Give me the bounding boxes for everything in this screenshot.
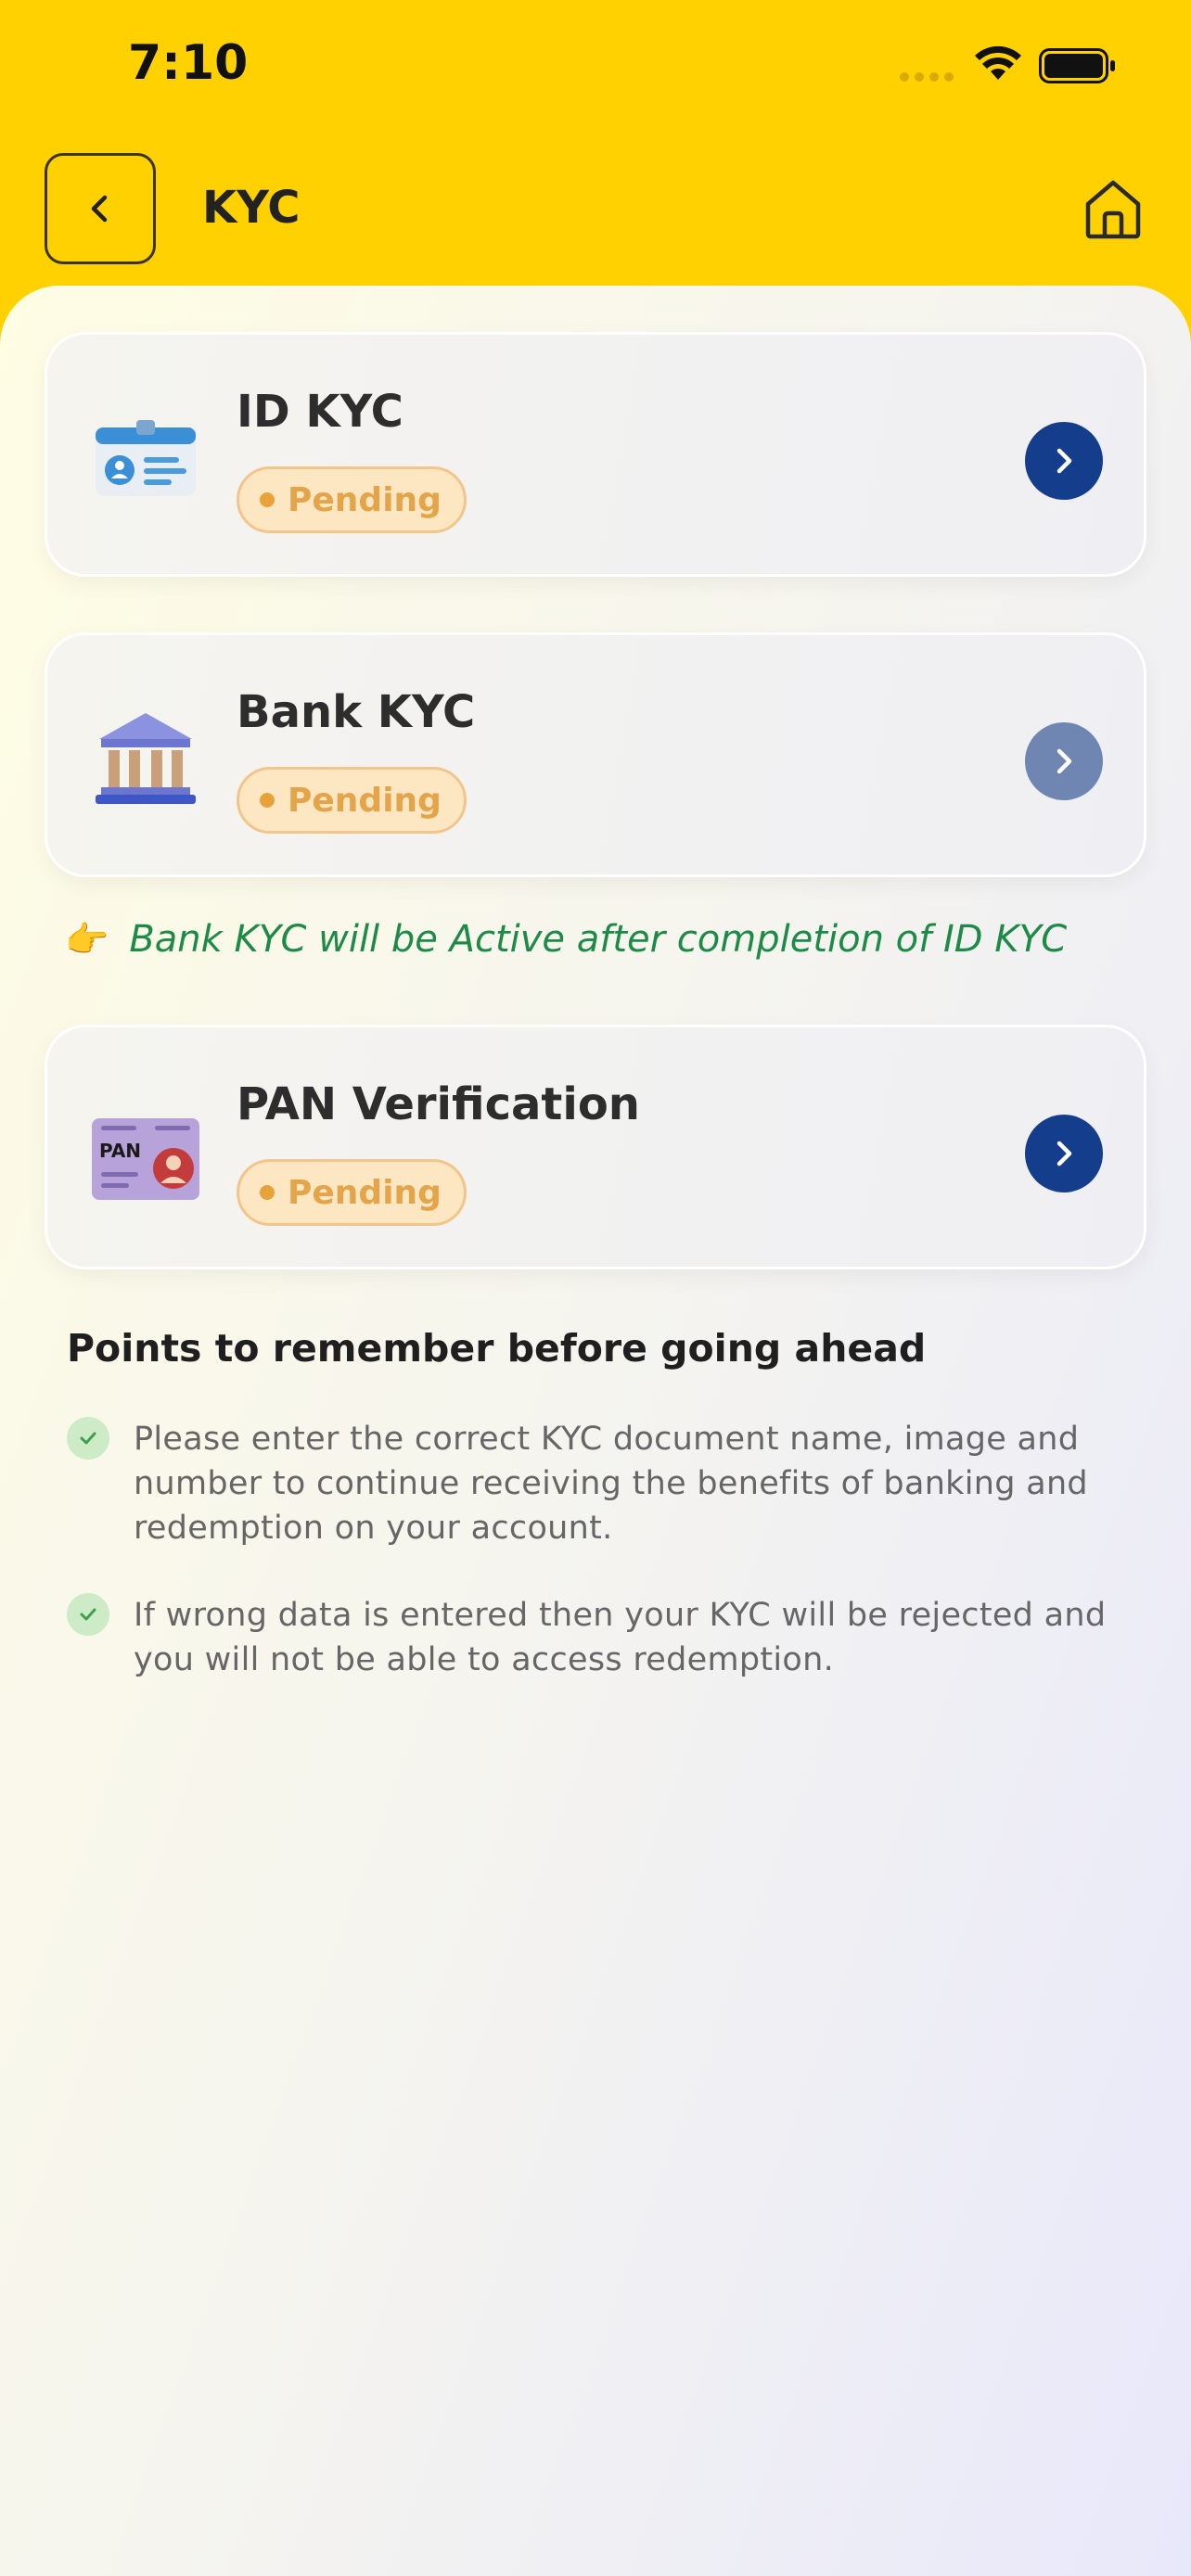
point-text: Please enter the correct KYC document na… (134, 1421, 1088, 1547)
status-label: Pending (288, 480, 442, 519)
status-time: 7:10 (128, 35, 249, 91)
bank-kyc-card[interactable]: Bank KYC Pending (45, 632, 1146, 877)
battery-icon (1039, 48, 1115, 83)
page-title: KYC (202, 182, 301, 234)
id-card-icon (96, 420, 196, 496)
points-title: Points to remember before going ahead (67, 1326, 927, 1371)
status-dot-icon (260, 492, 275, 507)
status-label: Pending (288, 1173, 442, 1212)
point-item: If wrong data is entered then your KYC w… (67, 1593, 1124, 1682)
card-title: Bank KYC (237, 686, 476, 738)
point-text: If wrong data is entered then your KYC w… (134, 1597, 1107, 1678)
pan-verification-card[interactable]: PAN PAN Verification Pending (45, 1025, 1146, 1269)
status-badge: Pending (237, 767, 467, 834)
chevron-right-icon (1057, 1141, 1072, 1167)
svg-text:PAN: PAN (99, 1140, 141, 1162)
check-icon (67, 1417, 109, 1460)
status-dot-icon (260, 1185, 275, 1200)
id-kyc-card[interactable]: ID KYC Pending (45, 332, 1146, 577)
status-badge: Pending (237, 466, 467, 533)
card-title: PAN Verification (237, 1078, 640, 1130)
status-label: Pending (288, 781, 442, 820)
bank-kyc-arrow-button[interactable] (1025, 722, 1103, 800)
status-badge: Pending (237, 1159, 467, 1226)
pointing-hand-icon: 👉 (65, 918, 109, 960)
id-kyc-arrow-button[interactable] (1025, 422, 1103, 500)
chevron-right-icon (1057, 748, 1072, 774)
content-panel: ID KYC Pending Bank KYC Pending 👉 Bank K… (0, 286, 1191, 2576)
hint-text: Bank KYC will be Active after completion… (129, 918, 1068, 961)
home-icon[interactable] (1081, 176, 1146, 241)
pan-card-icon: PAN (92, 1118, 199, 1200)
status-dot-icon (260, 793, 275, 808)
bank-icon (96, 713, 196, 804)
back-button[interactable] (45, 153, 156, 264)
pan-verification-arrow-button[interactable] (1025, 1115, 1103, 1192)
status-bar: 7:10 (0, 0, 1191, 139)
bank-kyc-hint: 👉 Bank KYC will be Active after completi… (65, 918, 1067, 961)
point-item: Please enter the correct KYC document na… (67, 1417, 1124, 1550)
wifi-icon (975, 45, 1021, 80)
card-title: ID KYC (237, 386, 403, 438)
chevron-left-icon (91, 195, 108, 223)
chevron-right-icon (1057, 448, 1072, 474)
cellular-signal-icon (900, 72, 954, 82)
check-icon (67, 1593, 109, 1636)
